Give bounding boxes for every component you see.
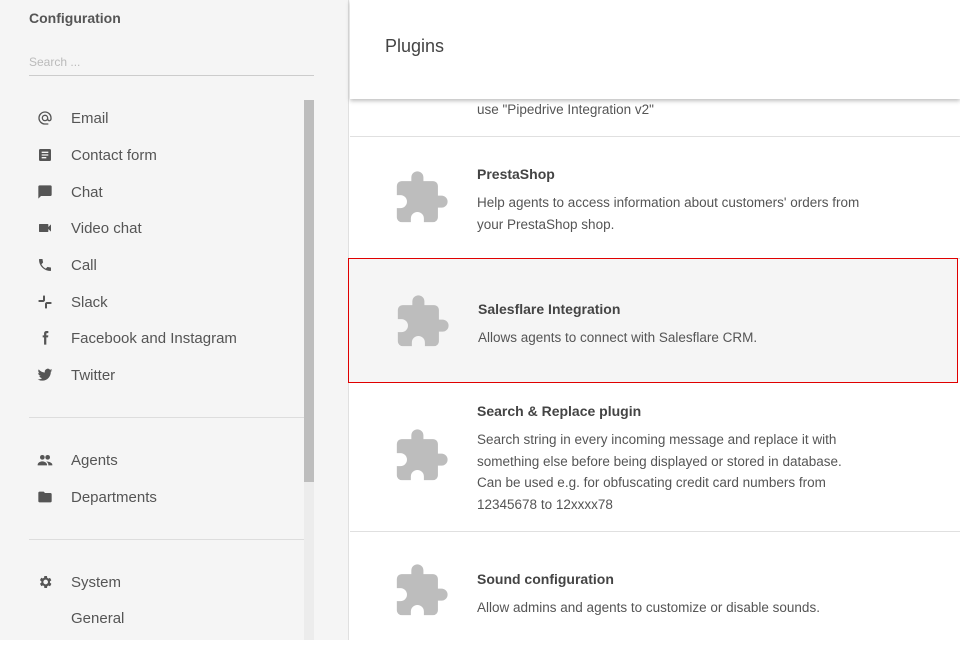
- sidebar-item-label: Contact form: [71, 146, 157, 164]
- sidebar-item-label: Video chat: [71, 219, 142, 237]
- sidebar-item-call[interactable]: Call: [29, 250, 299, 280]
- sidebar-item-agents[interactable]: Agents: [29, 445, 299, 475]
- at-icon: [29, 110, 71, 126]
- plugin-description: Help agents to access information about …: [477, 195, 860, 232]
- sidebar-item-label: Twitter: [71, 366, 116, 384]
- plugin-description: use "Pipedrive Integration v2": [477, 102, 654, 117]
- folder-icon: [29, 489, 71, 505]
- sidebar-item-slack[interactable]: Slack: [29, 287, 299, 317]
- sidebar-item-label: Chat: [71, 183, 103, 201]
- sidebar-item-twitter[interactable]: Twitter: [29, 360, 299, 390]
- page-title: Plugins: [385, 36, 445, 56]
- puzzle-icon: [396, 429, 448, 481]
- plugin-item-search-replace[interactable]: Search & Replace plugin Search string in…: [350, 383, 960, 532]
- sidebar-item-label: Slack: [71, 293, 108, 311]
- plugin-item-salesflare[interactable]: Salesflare Integration Allows agents to …: [348, 258, 958, 383]
- video-icon: [29, 220, 71, 236]
- chat-icon: [29, 184, 71, 200]
- plugin-title: PrestaShop: [477, 166, 555, 182]
- plugin-title: Sound configuration: [477, 571, 614, 587]
- sidebar: Configuration Email Contact form Chat Vi…: [0, 0, 349, 640]
- sidebar-item-system[interactable]: System: [29, 567, 299, 597]
- sidebar-item-label: System: [71, 573, 122, 591]
- sidebar-item-chat[interactable]: Chat: [29, 177, 299, 207]
- plugin-description: Allow admins and agents to customize or …: [477, 600, 820, 615]
- sidebar-item-label: General: [71, 609, 125, 627]
- sidebar-item-label: Facebook and Instagram: [71, 329, 237, 347]
- plugin-item-sound-configuration[interactable]: Sound configuration Allow admins and age…: [350, 532, 960, 652]
- sidebar-item-label: Email: [71, 109, 109, 127]
- gear-icon: [29, 574, 71, 590]
- sidebar-item-contact-form[interactable]: Contact form: [29, 140, 299, 170]
- plugin-title: Salesflare Integration: [478, 301, 621, 317]
- divider: [29, 417, 304, 418]
- puzzle-icon: [396, 171, 448, 223]
- sidebar-item-label: Call: [71, 256, 97, 274]
- sidebar-item-email[interactable]: Email: [29, 103, 299, 133]
- search-input[interactable]: [29, 48, 314, 76]
- sidebar-item-video-chat[interactable]: Video chat: [29, 213, 299, 243]
- plugin-title: Search & Replace plugin: [477, 403, 642, 419]
- sidebar-item-label: Departments: [71, 488, 157, 506]
- sidebar-title: Configuration: [29, 10, 121, 26]
- page-header: Plugins: [350, 0, 960, 99]
- phone-icon: [29, 257, 71, 273]
- form-icon: [29, 147, 71, 163]
- sidebar-item-general[interactable]: General: [29, 603, 299, 633]
- puzzle-icon: [396, 564, 448, 616]
- sidebar-item-departments[interactable]: Departments: [29, 482, 299, 512]
- plugin-description: Search string in every incoming message …: [477, 432, 842, 512]
- scrollbar-thumb[interactable]: [304, 100, 314, 482]
- main-content: Plugins use "Pipedrive Integration v2" P…: [348, 0, 960, 640]
- puzzle-icon: [397, 295, 449, 347]
- people-icon: [29, 452, 71, 468]
- sidebar-item-label: Agents: [71, 451, 118, 469]
- plugin-item-prestashop[interactable]: PrestaShop Help agents to access informa…: [350, 137, 960, 259]
- divider: [29, 539, 304, 540]
- facebook-icon: [29, 330, 71, 346]
- twitter-icon: [29, 367, 71, 383]
- plugin-description: Allows agents to connect with Salesflare…: [478, 330, 758, 345]
- slack-icon: [29, 294, 71, 310]
- sidebar-item-facebook-instagram[interactable]: Facebook and Instagram: [29, 323, 299, 353]
